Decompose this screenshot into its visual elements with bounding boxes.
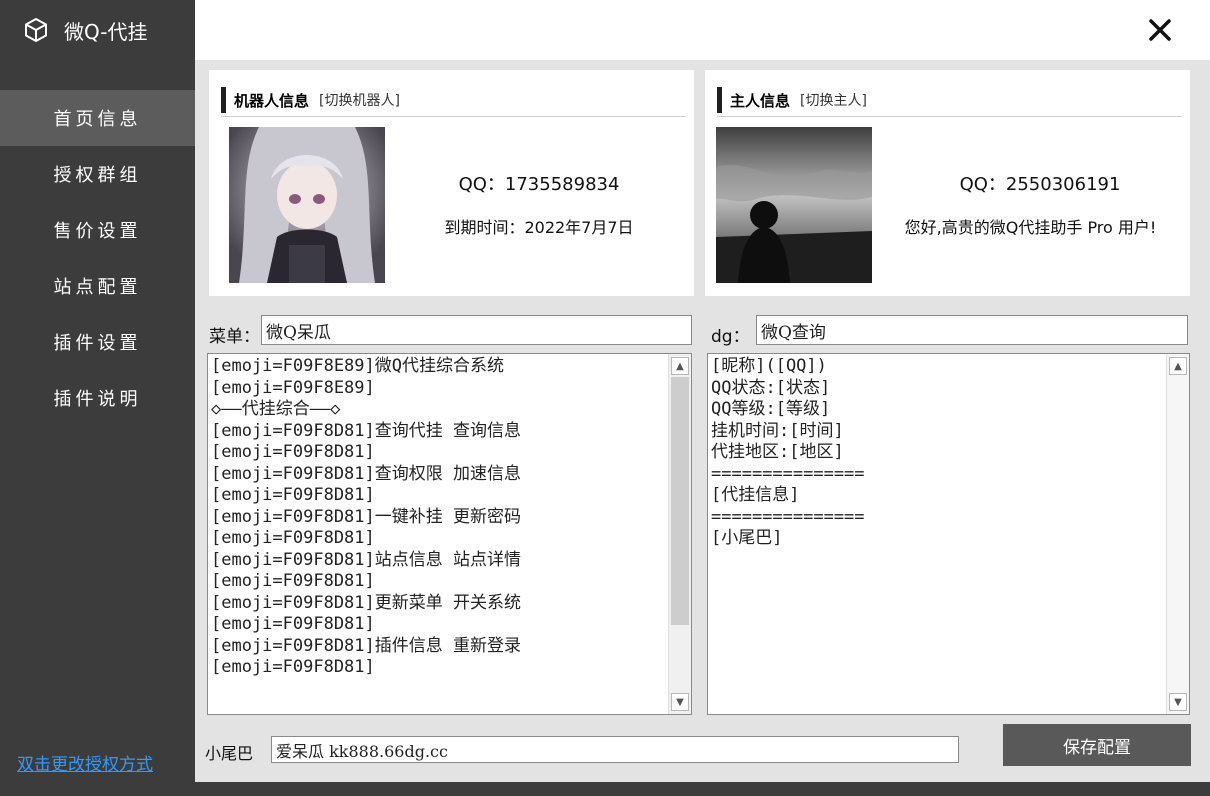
dg-name-input[interactable]: 微Q查询	[756, 315, 1188, 345]
dg-label: dg：	[711, 327, 750, 347]
main-panel: 机器人信息 [切换机器人] QQ：1735589834 到期时间：2022年7月…	[195, 0, 1210, 796]
content-area: 机器人信息 [切换机器人] QQ：1735589834 到期时间：2022年7月…	[195, 60, 1210, 782]
sidebar-item-price-settings[interactable]: 售价设置	[0, 202, 195, 258]
close-icon	[1149, 19, 1171, 41]
text-line: [emoji=F09F8D81]更新菜单 开关系统	[211, 592, 521, 613]
text-line: [emoji=F09F8D81]	[211, 657, 375, 677]
text-line: ===============	[711, 506, 865, 527]
robot-expiry: 到期时间：2022年7月7日	[444, 218, 634, 237]
owner-info-card: 主人信息 [切换主人] QQ：2550306191 您好,高贵的微Q代挂助手 P…	[705, 70, 1190, 296]
title-bar	[195, 0, 1210, 60]
close-button[interactable]	[1140, 10, 1180, 50]
text-line: [emoji=F09F8D81]插件信息 重新登录	[211, 635, 521, 656]
sidebar-nav: 首页信息 授权群组 售价设置 站点配置 插件设置 插件说明	[0, 90, 195, 426]
text-line: [emoji=F09F8D81]查询代挂 查询信息	[211, 420, 521, 441]
dg-scrollbar[interactable]: ▲ ▼	[1166, 354, 1189, 714]
menu-textarea[interactable]: [emoji=F09F8E89]微Q代挂综合系统 [emoji=F09F8E89]…	[207, 353, 692, 715]
robot-card-title: 机器人信息	[234, 91, 310, 110]
text-line: 挂机时间:[时间]	[711, 420, 844, 441]
text-line: ◇——代挂综合——◇	[211, 399, 341, 419]
text-line: [emoji=F09F8D81]	[211, 485, 375, 505]
sidebar-item-home-info[interactable]: 首页信息	[0, 90, 195, 146]
menu-scrollbar[interactable]: ▲ ▼	[668, 354, 691, 714]
owner-card-title: 主人信息	[730, 91, 791, 110]
menu-name-input[interactable]: 微Q呆瓜	[261, 315, 692, 345]
robot-info-card: 机器人信息 [切换机器人] QQ：1735589834 到期时间：2022年7月…	[209, 70, 694, 296]
menu-label: 菜单：	[209, 327, 260, 347]
scroll-up-icon[interactable]: ▲	[671, 357, 689, 375]
text-line: [emoji=F09F8D81]	[211, 528, 375, 548]
scroll-up-icon[interactable]: ▲	[1169, 357, 1187, 375]
text-line: QQ等级:[等级]	[711, 399, 831, 419]
change-auth-link[interactable]: 双击更改授权方式	[17, 750, 153, 775]
cube-logo-icon	[25, 18, 47, 42]
text-line: [emoji=F09F8E89]微Q代挂综合系统	[211, 356, 504, 376]
text-line: [小尾巴]	[711, 528, 783, 548]
text-line: [emoji=F09F8D81]	[211, 614, 375, 634]
text-line: ===============	[711, 463, 865, 484]
menu-scroll-thumb[interactable]	[671, 377, 689, 625]
sidebar-item-plugin-docs[interactable]: 插件说明	[0, 370, 195, 426]
save-config-button[interactable]: 保存配置	[1003, 724, 1191, 766]
bottom-strip	[195, 782, 1210, 796]
owner-avatar	[716, 127, 872, 283]
tail-label: 小尾巴	[205, 744, 254, 763]
dg-textarea[interactable]: [昵称]([QQ]) QQ状态:[状态] QQ等级:[等级] 挂机时间:[时间] 代挂地…	[707, 353, 1190, 715]
app-title: 微Q-代挂	[64, 19, 148, 44]
text-line: 代挂地区:[地区]	[711, 442, 844, 462]
owner-card-header: 主人信息 [切换主人]	[717, 84, 1182, 117]
app-brand: 微Q-代挂	[0, 0, 195, 60]
robot-avatar	[229, 127, 385, 283]
scroll-down-icon[interactable]: ▼	[1169, 693, 1187, 711]
switch-robot-link[interactable]: [切换机器人]	[319, 90, 400, 110]
owner-qq: QQ：2550306191	[959, 174, 1121, 195]
text-line: [代挂信息]	[711, 485, 800, 505]
text-line: [emoji=F09F8D81]站点信息 站点详情	[211, 549, 521, 570]
text-line: [emoji=F09F8D81]一键补挂 更新密码	[211, 506, 521, 527]
sidebar-item-plugin-settings[interactable]: 插件设置	[0, 314, 195, 370]
switch-owner-link[interactable]: [切换主人]	[800, 90, 867, 110]
tail-input[interactable]: 爱呆瓜 kk888.66dg.cc	[271, 736, 959, 763]
text-line: [emoji=F09F8D81]	[211, 442, 375, 462]
dg-text-lines: [昵称]([QQ]) QQ状态:[状态] QQ等级:[等级] 挂机时间:[时间] 代挂地…	[711, 356, 865, 550]
sidebar-item-site-config[interactable]: 站点配置	[0, 258, 195, 314]
sidebar: 微Q-代挂 首页信息 授权群组 售价设置 站点配置 插件设置 插件说明 双击更改…	[0, 0, 195, 796]
owner-greeting: 您好,高贵的微Q代挂助手 Pro 用户!	[904, 218, 1157, 237]
text-line: [昵称]([QQ])	[711, 356, 827, 376]
text-line: [emoji=F09F8D81]查询权限 加速信息	[211, 463, 521, 484]
scroll-down-icon[interactable]: ▼	[671, 693, 689, 711]
text-line: [emoji=F09F8D81]	[211, 571, 375, 591]
robot-qq: QQ：1735589834	[458, 174, 620, 195]
menu-text-lines: [emoji=F09F8E89]微Q代挂综合系统 [emoji=F09F8E89]…	[211, 356, 521, 679]
robot-card-header: 机器人信息 [切换机器人]	[221, 84, 686, 117]
text-line: QQ状态:[状态]	[711, 377, 831, 398]
sidebar-item-auth-groups[interactable]: 授权群组	[0, 146, 195, 202]
text-line: [emoji=F09F8E89]	[211, 377, 375, 398]
